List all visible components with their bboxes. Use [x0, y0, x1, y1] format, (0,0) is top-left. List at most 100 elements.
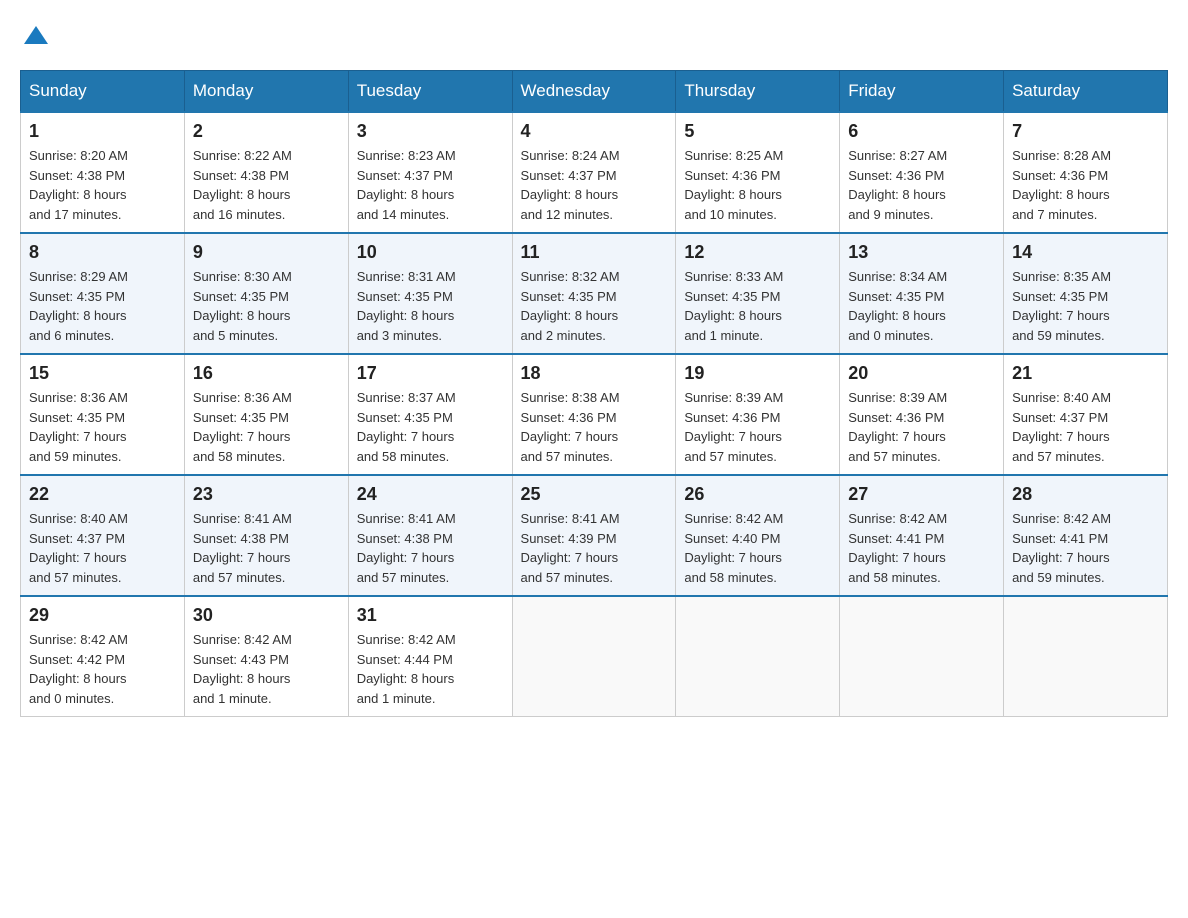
- day-number: 12: [684, 242, 831, 263]
- day-number: 22: [29, 484, 176, 505]
- calendar-header-wednesday: Wednesday: [512, 71, 676, 113]
- day-number: 26: [684, 484, 831, 505]
- calendar-cell: 19Sunrise: 8:39 AMSunset: 4:36 PMDayligh…: [676, 354, 840, 475]
- day-info: Sunrise: 8:25 AMSunset: 4:36 PMDaylight:…: [684, 146, 831, 224]
- calendar-cell: 29 Sunrise: 8:42 AMSunset: 4:42 PMDayligh…: [21, 596, 185, 717]
- calendar-cell: 14Sunrise: 8:35 AMSunset: 4:35 PMDayligh…: [1004, 233, 1168, 354]
- calendar-cell: 13 Sunrise: 8:34 AMSunset: 4:35 PMDayligh…: [840, 233, 1004, 354]
- calendar-cell: 15 Sunrise: 8:36 AMSunset: 4:35 PMDayligh…: [21, 354, 185, 475]
- day-info: Sunrise: 8:42 AMSunset: 4:44 PMDaylight:…: [357, 630, 504, 708]
- day-info: Sunrise: 8:24 AMSunset: 4:37 PMDaylight:…: [521, 146, 668, 224]
- calendar-cell: 22 Sunrise: 8:40 AMSunset: 4:37 PMDayligh…: [21, 475, 185, 596]
- day-number: 5: [684, 121, 831, 142]
- day-info: Sunrise: 8:42 AMSunset: 4:42 PMDaylight:…: [29, 630, 176, 708]
- calendar-week-row: 1 Sunrise: 8:20 AMSunset: 4:38 PMDaylight…: [21, 112, 1168, 233]
- calendar-cell: 3 Sunrise: 8:23 AMSunset: 4:37 PMDaylight…: [348, 112, 512, 233]
- day-info: Sunrise: 8:22 AMSunset: 4:38 PMDaylight:…: [193, 146, 340, 224]
- day-number: 31: [357, 605, 504, 626]
- calendar-cell: 20 Sunrise: 8:39 AMSunset: 4:36 PMDayligh…: [840, 354, 1004, 475]
- calendar-cell: 1 Sunrise: 8:20 AMSunset: 4:38 PMDaylight…: [21, 112, 185, 233]
- calendar-cell: 26Sunrise: 8:42 AMSunset: 4:40 PMDayligh…: [676, 475, 840, 596]
- calendar-cell: 8 Sunrise: 8:29 AMSunset: 4:35 PMDaylight…: [21, 233, 185, 354]
- calendar-header-monday: Monday: [184, 71, 348, 113]
- calendar-cell: 24 Sunrise: 8:41 AMSunset: 4:38 PMDayligh…: [348, 475, 512, 596]
- day-number: 3: [357, 121, 504, 142]
- logo-triangle-icon: [22, 22, 50, 50]
- day-number: 27: [848, 484, 995, 505]
- day-number: 20: [848, 363, 995, 384]
- day-number: 4: [521, 121, 668, 142]
- day-number: 7: [1012, 121, 1159, 142]
- calendar-cell: 12 Sunrise: 8:33 AMSunset: 4:35 PMDayligh…: [676, 233, 840, 354]
- calendar-week-row: 29 Sunrise: 8:42 AMSunset: 4:42 PMDayligh…: [21, 596, 1168, 717]
- calendar-cell: [676, 596, 840, 717]
- calendar-cell: 18 Sunrise: 8:38 AMSunset: 4:36 PMDayligh…: [512, 354, 676, 475]
- day-number: 8: [29, 242, 176, 263]
- calendar-cell: 4 Sunrise: 8:24 AMSunset: 4:37 PMDaylight…: [512, 112, 676, 233]
- day-number: 13: [848, 242, 995, 263]
- day-number: 21: [1012, 363, 1159, 384]
- calendar-cell: 7Sunrise: 8:28 AMSunset: 4:36 PMDaylight…: [1004, 112, 1168, 233]
- day-number: 11: [521, 242, 668, 263]
- day-info: Sunrise: 8:34 AMSunset: 4:35 PMDaylight:…: [848, 267, 995, 345]
- calendar-cell: 10Sunrise: 8:31 AMSunset: 4:35 PMDayligh…: [348, 233, 512, 354]
- day-number: 16: [193, 363, 340, 384]
- day-info: Sunrise: 8:39 AMSunset: 4:36 PMDaylight:…: [684, 388, 831, 466]
- day-number: 30: [193, 605, 340, 626]
- calendar-week-row: 8 Sunrise: 8:29 AMSunset: 4:35 PMDaylight…: [21, 233, 1168, 354]
- calendar-header-sunday: Sunday: [21, 71, 185, 113]
- day-info: Sunrise: 8:40 AMSunset: 4:37 PMDaylight:…: [1012, 388, 1159, 466]
- calendar-cell: 27Sunrise: 8:42 AMSunset: 4:41 PMDayligh…: [840, 475, 1004, 596]
- day-number: 17: [357, 363, 504, 384]
- day-info: Sunrise: 8:39 AMSunset: 4:36 PMDaylight:…: [848, 388, 995, 466]
- day-number: 25: [521, 484, 668, 505]
- day-number: 1: [29, 121, 176, 142]
- day-info: Sunrise: 8:32 AMSunset: 4:35 PMDaylight:…: [521, 267, 668, 345]
- day-number: 10: [357, 242, 504, 263]
- day-info: Sunrise: 8:36 AMSunset: 4:35 PMDaylight:…: [29, 388, 176, 466]
- day-number: 28: [1012, 484, 1159, 505]
- calendar-table: SundayMondayTuesdayWednesdayThursdayFrid…: [20, 70, 1168, 717]
- calendar-header-thursday: Thursday: [676, 71, 840, 113]
- day-number: 15: [29, 363, 176, 384]
- day-info: Sunrise: 8:41 AMSunset: 4:38 PMDaylight:…: [357, 509, 504, 587]
- day-number: 6: [848, 121, 995, 142]
- calendar-cell: 28 Sunrise: 8:42 AMSunset: 4:41 PMDayligh…: [1004, 475, 1168, 596]
- day-info: Sunrise: 8:42 AMSunset: 4:43 PMDaylight:…: [193, 630, 340, 708]
- calendar-cell: [840, 596, 1004, 717]
- calendar-cell: 25 Sunrise: 8:41 AMSunset: 4:39 PMDayligh…: [512, 475, 676, 596]
- day-info: Sunrise: 8:41 AMSunset: 4:39 PMDaylight:…: [521, 509, 668, 587]
- calendar-cell: 23 Sunrise: 8:41 AMSunset: 4:38 PMDayligh…: [184, 475, 348, 596]
- day-number: 18: [521, 363, 668, 384]
- calendar-cell: [512, 596, 676, 717]
- calendar-cell: 6 Sunrise: 8:27 AMSunset: 4:36 PMDaylight…: [840, 112, 1004, 233]
- calendar-header-saturday: Saturday: [1004, 71, 1168, 113]
- day-info: Sunrise: 8:33 AMSunset: 4:35 PMDaylight:…: [684, 267, 831, 345]
- logo: [20, 20, 50, 50]
- day-info: Sunrise: 8:42 AMSunset: 4:41 PMDaylight:…: [1012, 509, 1159, 587]
- calendar-header-friday: Friday: [840, 71, 1004, 113]
- day-info: Sunrise: 8:30 AMSunset: 4:35 PMDaylight:…: [193, 267, 340, 345]
- calendar-cell: 9 Sunrise: 8:30 AMSunset: 4:35 PMDaylight…: [184, 233, 348, 354]
- day-number: 2: [193, 121, 340, 142]
- calendar-cell: 21 Sunrise: 8:40 AMSunset: 4:37 PMDayligh…: [1004, 354, 1168, 475]
- calendar-cell: 5 Sunrise: 8:25 AMSunset: 4:36 PMDaylight…: [676, 112, 840, 233]
- day-number: 29: [29, 605, 176, 626]
- calendar-cell: 11 Sunrise: 8:32 AMSunset: 4:35 PMDayligh…: [512, 233, 676, 354]
- day-info: Sunrise: 8:23 AMSunset: 4:37 PMDaylight:…: [357, 146, 504, 224]
- day-info: Sunrise: 8:29 AMSunset: 4:35 PMDaylight:…: [29, 267, 176, 345]
- calendar-header-tuesday: Tuesday: [348, 71, 512, 113]
- day-info: Sunrise: 8:38 AMSunset: 4:36 PMDaylight:…: [521, 388, 668, 466]
- day-info: Sunrise: 8:20 AMSunset: 4:38 PMDaylight:…: [29, 146, 176, 224]
- calendar-header-row: SundayMondayTuesdayWednesdayThursdayFrid…: [21, 71, 1168, 113]
- day-info: Sunrise: 8:37 AMSunset: 4:35 PMDaylight:…: [357, 388, 504, 466]
- day-info: Sunrise: 8:41 AMSunset: 4:38 PMDaylight:…: [193, 509, 340, 587]
- calendar-cell: 30 Sunrise: 8:42 AMSunset: 4:43 PMDayligh…: [184, 596, 348, 717]
- day-number: 9: [193, 242, 340, 263]
- calendar-cell: [1004, 596, 1168, 717]
- day-info: Sunrise: 8:40 AMSunset: 4:37 PMDaylight:…: [29, 509, 176, 587]
- calendar-week-row: 22 Sunrise: 8:40 AMSunset: 4:37 PMDayligh…: [21, 475, 1168, 596]
- day-info: Sunrise: 8:27 AMSunset: 4:36 PMDaylight:…: [848, 146, 995, 224]
- day-number: 24: [357, 484, 504, 505]
- day-number: 23: [193, 484, 340, 505]
